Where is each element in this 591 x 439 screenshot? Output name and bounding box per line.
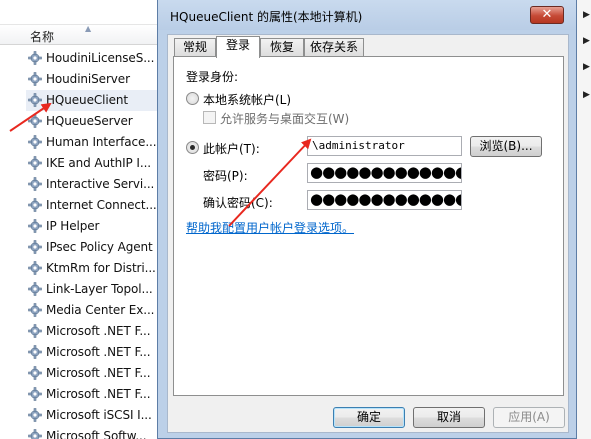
service-row[interactable]: Link-Layer Topol... [26, 279, 160, 300]
service-gear-icon [28, 282, 42, 296]
ok-button[interactable]: 确定 [333, 407, 405, 428]
apply-button[interactable]: 应用(A) [493, 407, 565, 428]
account-field[interactable]: \administrator [307, 136, 462, 156]
service-name: Microsoft .NET F... [46, 345, 151, 359]
password-label: 密码(P): [203, 169, 248, 183]
logon-as-label: 登录身份: [186, 70, 239, 84]
close-icon: ✕ [541, 7, 553, 22]
confirm-password-label: 确认密码(C): [203, 196, 273, 210]
expand-arrow-icon[interactable]: ▶ [583, 90, 590, 100]
service-row[interactable]: Microsoft .NET F... [26, 321, 160, 342]
allow-desktop-checkbox[interactable] [203, 111, 216, 124]
service-name: IKE and AuthIP I... [46, 156, 151, 170]
service-name: Microsoft iSCSI I... [46, 408, 152, 422]
service-row[interactable]: IKE and AuthIP I... [26, 153, 160, 174]
service-name: HQueueClient [46, 93, 128, 107]
service-name: Internet Connect... [46, 198, 157, 212]
properties-dialog: HQueueClient 的属性(本地计算机) ✕ 常规 登录 恢复 依存关系 … [157, 0, 577, 439]
service-row[interactable]: HQueueServer [26, 111, 160, 132]
expand-arrow-icon[interactable]: ▶ [583, 36, 590, 46]
confirm-password-field[interactable]: ●●●●●●●●●●●●●●● [307, 190, 462, 210]
service-row[interactable]: IP Helper [26, 216, 160, 237]
service-gear-icon [28, 72, 42, 86]
cancel-button[interactable]: 取消 [413, 407, 485, 428]
service-row[interactable]: Microsoft Softw... [26, 426, 160, 439]
service-name: HoudiniServer [46, 72, 130, 86]
service-gear-icon [28, 198, 42, 212]
service-row[interactable]: Internet Connect... [26, 195, 160, 216]
service-gear-icon [28, 114, 42, 128]
service-name: Microsoft .NET F... [46, 366, 151, 380]
browse-button[interactable]: 浏览(B)... [470, 136, 542, 157]
service-gear-icon [28, 177, 42, 191]
service-name: Human Interface... [46, 135, 157, 149]
service-gear-icon [28, 303, 42, 317]
password-field[interactable]: ●●●●●●●●●●●●●●● [307, 163, 462, 183]
services-list: ▲ 名称 HoudiniLicenseS... HoudiniServer HQue… [0, 0, 160, 439]
service-name: Microsoft Softw... [46, 429, 147, 439]
service-row[interactable]: Microsoft .NET F... [26, 363, 160, 384]
dialog-title: HQueueClient 的属性(本地计算机) [170, 10, 363, 24]
this-account-label[interactable]: 此帐户(T): [203, 140, 260, 157]
service-row[interactable]: HQueueClient [26, 90, 160, 111]
service-gear-icon [28, 261, 42, 275]
service-name: Interactive Servi... [46, 177, 155, 191]
service-gear-icon [28, 408, 42, 422]
expand-arrow-icon[interactable]: ▶ [583, 62, 590, 72]
service-name: Microsoft .NET F... [46, 324, 151, 338]
close-button[interactable]: ✕ [530, 6, 564, 24]
dialog-body: 常规 登录 恢复 依存关系 登录身份: 本地系统帐户(L) 允许服务与桌面交互(… [167, 34, 569, 433]
screen: ▲ 名称 HoudiniLicenseS... HoudiniServer HQue… [0, 0, 591, 439]
service-row[interactable]: Microsoft iSCSI I... [26, 405, 160, 426]
expand-arrow-icon[interactable]: ▶ [583, 10, 590, 20]
service-name: HoudiniLicenseS... [46, 51, 155, 65]
service-gear-icon [28, 345, 42, 359]
help-link[interactable]: 帮助我配置用户帐户登录选项。 [186, 219, 354, 236]
service-name: HQueueServer [46, 114, 133, 128]
background-window-edge: ▶ ▶ ▶ ▶ [577, 0, 591, 439]
service-row[interactable]: Human Interface... [26, 132, 160, 153]
allow-desktop-label: 允许服务与桌面交互(W) [220, 112, 350, 126]
column-header-label: 名称 [30, 30, 55, 44]
service-gear-icon [28, 366, 42, 380]
tab-dependencies[interactable]: 依存关系 [304, 38, 364, 57]
service-name: Media Center Ex... [46, 303, 155, 317]
service-gear-icon [28, 51, 42, 65]
service-name: Link-Layer Topol... [46, 282, 153, 296]
service-row[interactable]: Media Center Ex... [26, 300, 160, 321]
service-gear-icon [28, 93, 42, 107]
service-name: IPsec Policy Agent [46, 240, 153, 254]
service-gear-icon [28, 240, 42, 254]
tab-general[interactable]: 常规 [174, 38, 216, 57]
service-row[interactable]: Microsoft .NET F... [26, 384, 160, 405]
service-row[interactable]: IPsec Policy Agent [26, 237, 160, 258]
tab-recovery[interactable]: 恢复 [260, 38, 304, 57]
this-account-radio[interactable] [186, 141, 199, 154]
service-gear-icon [28, 387, 42, 401]
service-gear-icon [28, 156, 42, 170]
service-row[interactable]: HoudiniLicenseS... [26, 48, 160, 69]
service-name: IP Helper [46, 219, 100, 233]
sort-up-icon: ▲ [85, 24, 92, 33]
service-row[interactable]: Microsoft .NET F... [26, 342, 160, 363]
local-system-label[interactable]: 本地系统帐户(L) [203, 91, 291, 108]
service-gear-icon [28, 219, 42, 233]
local-system-radio[interactable] [186, 92, 199, 105]
service-gear-icon [28, 429, 42, 439]
service-row[interactable]: Interactive Servi... [26, 174, 160, 195]
logon-tab-page: 登录身份: 本地系统帐户(L) 允许服务与桌面交互(W) 此帐户(T): \ad… [173, 56, 564, 396]
service-row[interactable]: HoudiniServer [26, 69, 160, 90]
tab-logon[interactable]: 登录 [216, 36, 260, 58]
service-name: KtmRm for Distri... [46, 261, 156, 275]
service-row[interactable]: KtmRm for Distri... [26, 258, 160, 279]
service-name: Microsoft .NET F... [46, 387, 151, 401]
service-gear-icon [28, 135, 42, 149]
column-header-name[interactable]: ▲ 名称 [0, 24, 160, 45]
title-bar[interactable]: HQueueClient 的属性(本地计算机) ✕ [158, 0, 576, 30]
service-gear-icon [28, 324, 42, 338]
